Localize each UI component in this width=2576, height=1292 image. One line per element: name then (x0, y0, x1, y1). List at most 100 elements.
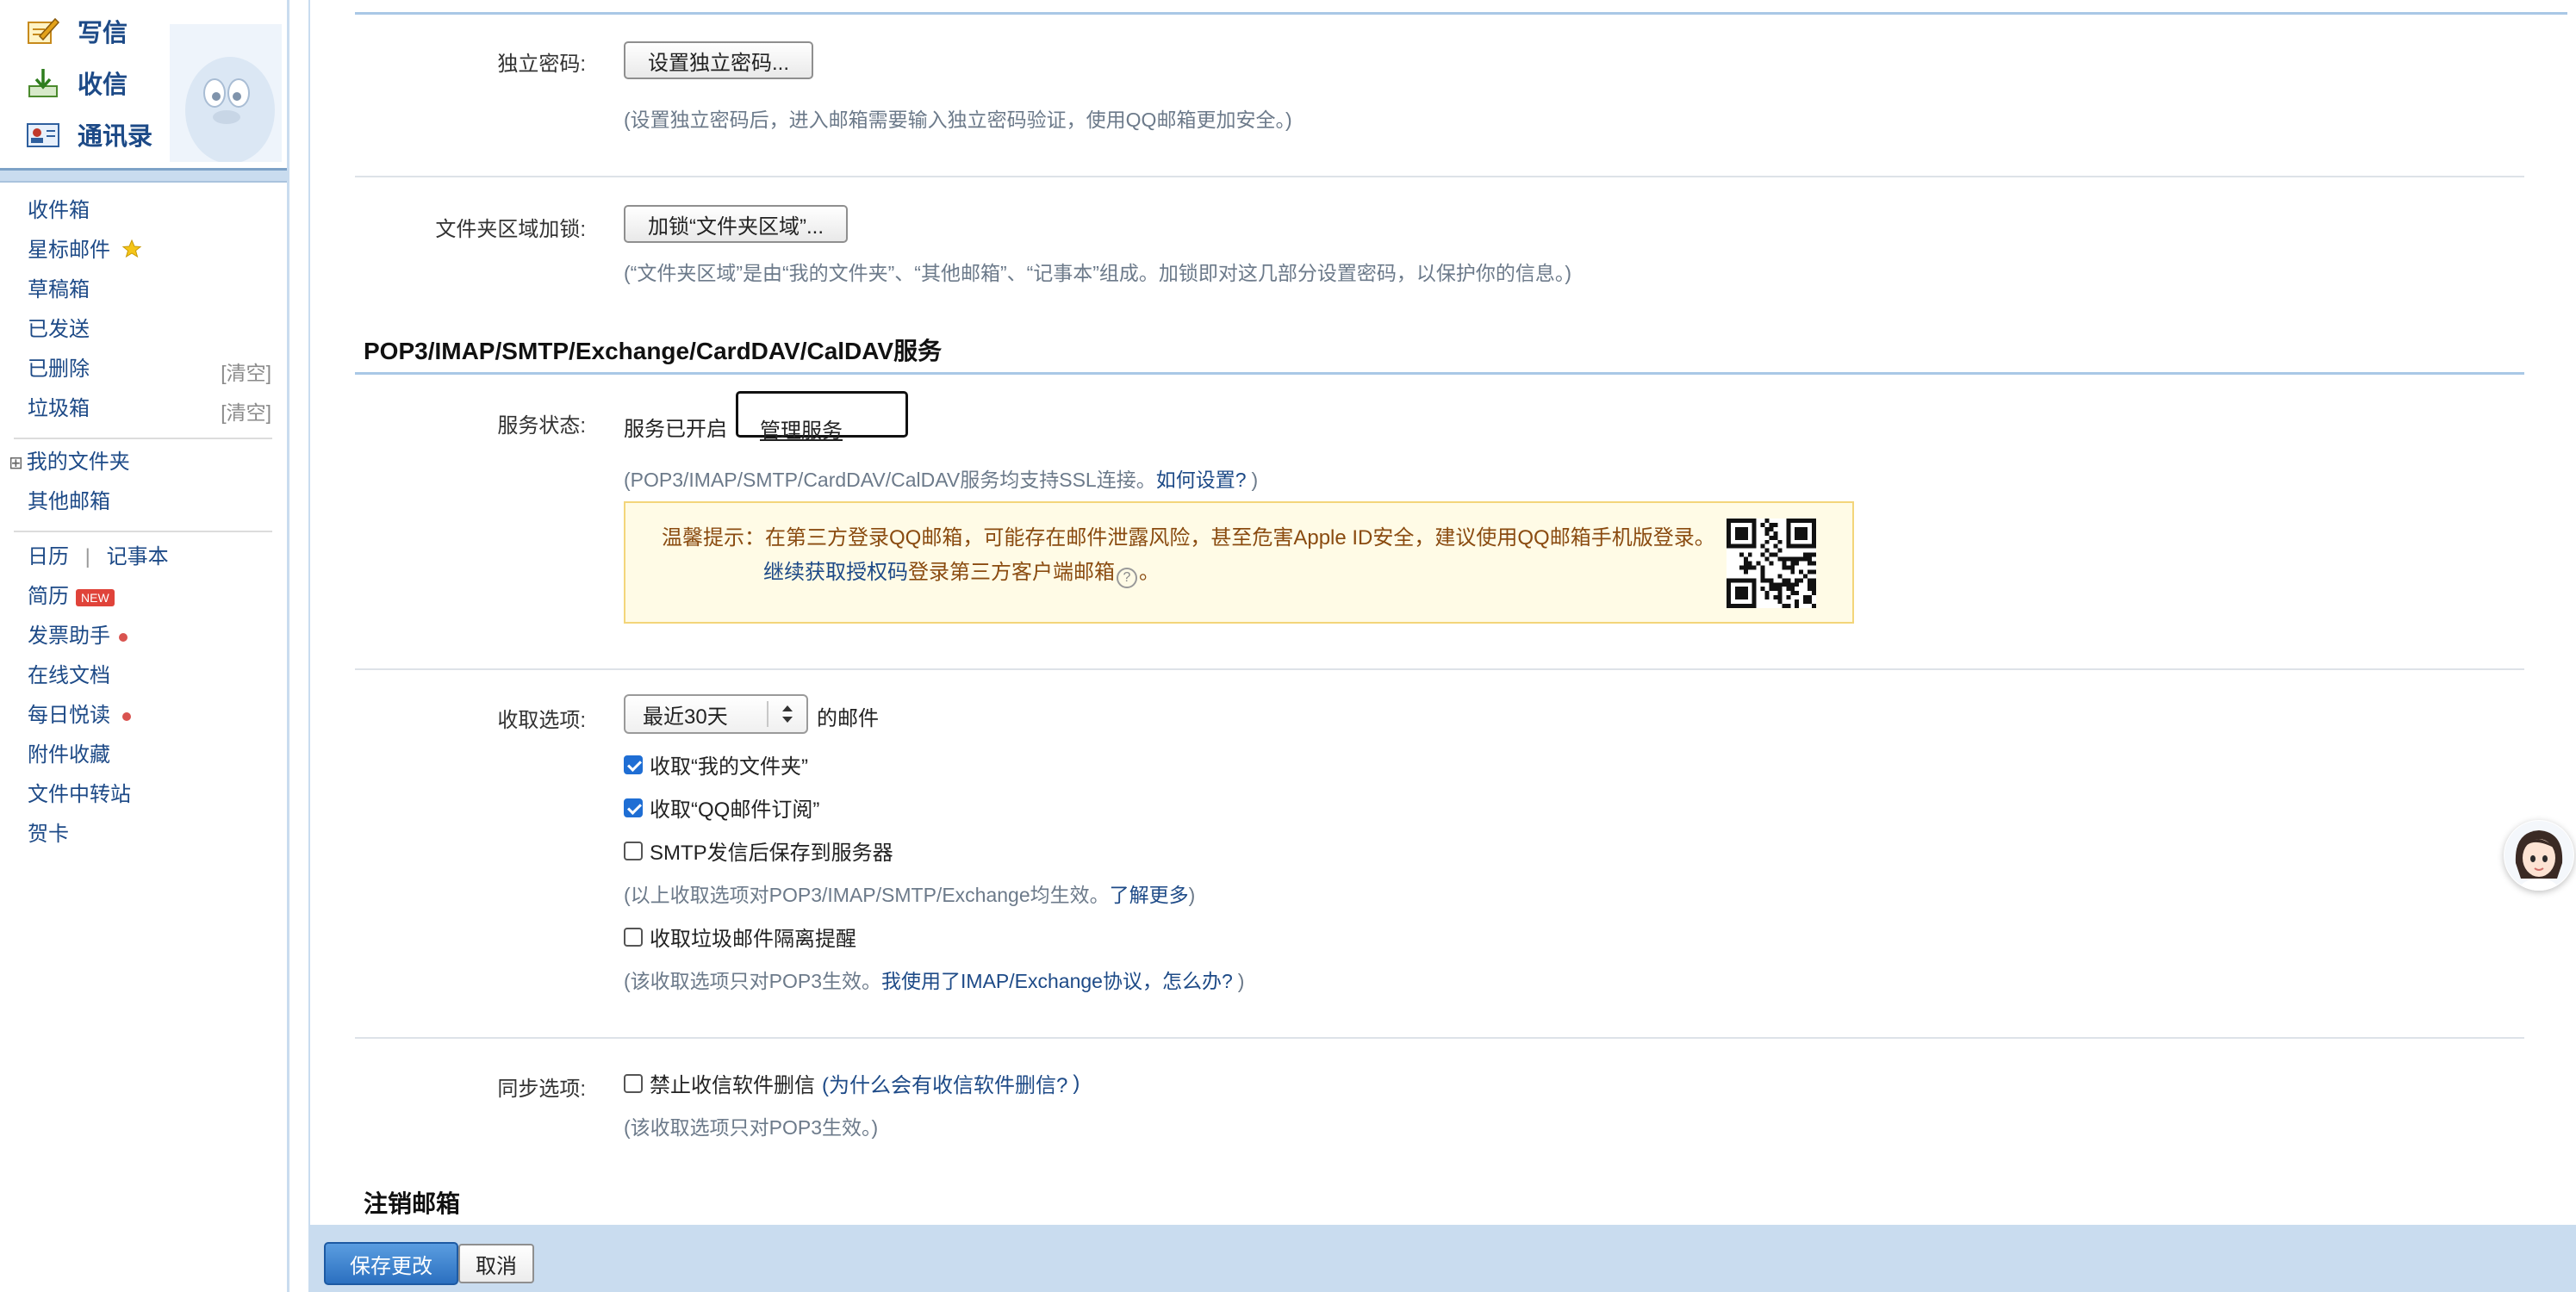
qr-code-icon (1727, 519, 1816, 608)
security-notice-box: 温馨提示：在第三方登录QQ邮箱，可能存在邮件泄露风险，甚至危害Apple ID安… (624, 501, 1854, 624)
clear-spam-link[interactable]: [清空] (221, 396, 271, 425)
receive-options-label: 收取选项: (497, 709, 586, 732)
sidebar-item-starred[interactable]: 星标邮件 (28, 236, 142, 265)
service-status-label: 服务状态: (497, 414, 586, 438)
receive-range-value: 最近30天 (643, 705, 728, 729)
spam-hint-text: (该收取选项只对POP3生效。 (624, 970, 882, 992)
spam-hint-end: ) (1237, 970, 1245, 992)
receive-range-select[interactable]: 最近30天 (624, 694, 808, 734)
section-divider (355, 668, 2524, 670)
why-delete-end: ) (1073, 1071, 1080, 1095)
expand-plus-icon[interactable]: ⊞ (9, 454, 23, 473)
sidebar-item-transfer[interactable]: 文件中转站 (28, 780, 131, 810)
separator-pipe: | (84, 545, 90, 568)
assistant-avatar[interactable] (2504, 820, 2574, 891)
action-bar: 保存更改 取消 (310, 1225, 2576, 1292)
unread-dot-icon (122, 711, 131, 721)
assistant-face-icon (2504, 821, 2573, 891)
manage-service-link[interactable]: 管理服务 (760, 413, 843, 444)
folder-list: 收件箱 星标邮件 草稿箱 已发送 已删除 [清空] 垃圾箱 [清空] ⊞ 我的文件… (0, 181, 287, 1292)
set-password-button[interactable]: 设置独立密码... (624, 41, 814, 79)
sidebar-item-attachments[interactable]: 附件收藏 (28, 741, 110, 770)
option-no-client-delete-label: 禁止收信软件删信 (650, 1074, 815, 1097)
sidebar-item-cards[interactable]: 贺卡 (28, 820, 69, 849)
sidebar-item-daily-read-label: 每日悦读 (28, 704, 110, 727)
ssl-hint-end: ) (1251, 469, 1259, 491)
ssl-hint-text: (POP3/IMAP/SMTP/CardDAV/CalDAV服务均支持SSL连接… (624, 469, 1156, 491)
sidebar-item-drafts[interactable]: 草稿箱 (28, 276, 90, 305)
qq-subscription-checkbox[interactable] (624, 798, 643, 817)
folder-lock-button[interactable]: 加锁“文件夹区域”... (624, 205, 848, 243)
option-spam-alert-label: 收取垃圾邮件隔离提醒 (650, 928, 856, 951)
option-qq-subscription[interactable]: 收取“QQ邮件订阅” (624, 792, 819, 823)
no-client-delete-checkbox[interactable] (624, 1073, 643, 1093)
sidebar-item-deleted[interactable]: 已删除 (28, 355, 90, 384)
sidebar-item-calendar-notebook: 日历 | 记事本 (28, 543, 169, 572)
why-delete-link[interactable]: (为什么会有收信软件删信? (822, 1068, 1067, 1098)
sidebar-item-daily-read[interactable]: 每日悦读 (28, 701, 131, 730)
get-auth-code-link[interactable]: 继续获取授权码 (763, 561, 908, 584)
learn-more-link[interactable]: 了解更多 (1110, 884, 1189, 906)
sidebar-item-calendar[interactable]: 日历 (28, 545, 69, 568)
option-spam-alert[interactable]: 收取垃圾邮件隔离提醒 (624, 922, 856, 952)
sidebar-item-resume[interactable]: 简历 NEW (28, 582, 115, 612)
contacts-label: 通讯录 (78, 123, 153, 151)
option-my-folders-label: 收取“我的文件夹” (650, 755, 808, 779)
sidebar-item-my-folders-label: 我的文件夹 (26, 450, 130, 474)
sidebar-item-notebook[interactable]: 记事本 (107, 545, 169, 568)
cancel-button[interactable]: 取消 (458, 1244, 534, 1283)
imap-help-link[interactable]: 我使用了IMAP/Exchange协议，怎么办? (881, 970, 1233, 992)
receive-hint-text: (以上收取选项对POP3/IMAP/SMTP/Exchange均生效。 (624, 884, 1110, 906)
inbox-download-icon (26, 65, 60, 100)
left-sidebar: 写信 收信 通讯录 收件箱 星标邮件 草稿箱 已发送 已删除 [清空] 垃圾箱 … (0, 0, 289, 1292)
sidebar-item-spam[interactable]: 垃圾箱 (28, 394, 90, 424)
smtp-save-checkbox[interactable] (624, 841, 643, 860)
option-no-client-delete[interactable]: 禁止收信软件删信 (为什么会有收信软件删信?) (624, 1068, 1080, 1098)
clear-deleted-link[interactable]: [清空] (221, 357, 271, 386)
new-badge: NEW (76, 588, 115, 606)
my-folders-checkbox[interactable] (624, 755, 643, 774)
password-hint: (设置独立密码后，进入邮箱需要输入独立密码验证，使用QQ邮箱更加安全。) (624, 109, 1292, 131)
sync-options-label: 同步选项: (497, 1078, 586, 1101)
cancel-account-title: 注销邮箱 (364, 1190, 461, 1217)
sidebar-item-invoice-label: 发票助手 (28, 624, 110, 648)
quick-actions-panel: 写信 收信 通讯录 (0, 0, 287, 171)
password-label: 独立密码: (497, 53, 586, 76)
section-divider (355, 176, 2524, 177)
spam-alert-checkbox[interactable] (624, 927, 643, 947)
service-status-value: 服务已开启 (624, 418, 727, 441)
option-qq-subscription-label: 收取“QQ邮件订阅” (650, 798, 820, 822)
option-my-folders[interactable]: 收取“我的文件夹” (624, 749, 808, 780)
settings-panel: 独立密码: 设置独立密码... (设置独立密码后，进入邮箱需要输入独立密码验证，… (308, 0, 2576, 1292)
sidebar-divider (14, 438, 272, 439)
notice-line1: 温馨提示：在第三方登录QQ邮箱，可能存在邮件泄露风险，甚至危害Apple ID安… (662, 526, 1715, 550)
receive-label: 收信 (78, 71, 128, 99)
compose-link[interactable]: 写信 (26, 7, 128, 55)
contacts-card-icon (26, 117, 60, 152)
receive-hint-end: ) (1188, 884, 1196, 906)
pop3-section-title: POP3/IMAP/SMTP/Exchange/CardDAV/CalDAV服务 (364, 338, 943, 364)
sidebar-item-my-folders[interactable]: ⊞ 我的文件夹 (9, 448, 130, 478)
how-to-setup-link[interactable]: 如何设置? (1156, 469, 1247, 491)
sidebar-item-other-mailbox[interactable]: 其他邮箱 (28, 488, 110, 517)
star-icon (121, 239, 141, 258)
sidebar-item-inbox[interactable]: 收件箱 (28, 196, 90, 226)
notice-line2-text: 登录第三方客户端邮箱 (908, 561, 1115, 584)
option-smtp-save[interactable]: SMTP发信后保存到服务器 (624, 835, 893, 866)
select-arrows-icon (767, 701, 806, 727)
section-title-underline (355, 372, 2524, 375)
section-divider (355, 1037, 2524, 1039)
contacts-link[interactable]: 通讯录 (26, 110, 152, 158)
sidebar-item-invoice[interactable]: 发票助手 (28, 622, 128, 651)
save-changes-button[interactable]: 保存更改 (324, 1242, 458, 1285)
sidebar-item-online-docs[interactable]: 在线文档 (28, 662, 110, 691)
compose-pencil-icon (26, 14, 60, 48)
help-question-icon[interactable]: ? (1117, 568, 1137, 588)
notice-end: 。 (1139, 561, 1160, 584)
folder-lock-label: 文件夹区域加锁: (435, 218, 586, 241)
receive-hint: (以上收取选项对POP3/IMAP/SMTP/Exchange均生效。了解更多) (624, 879, 1195, 908)
folder-lock-hint: (“文件夹区域”是由“我的文件夹”、“其他邮箱”、“记事本”组成。加锁即对这几部… (624, 262, 1572, 284)
receive-link[interactable]: 收信 (26, 59, 128, 107)
option-smtp-save-label: SMTP发信后保存到服务器 (650, 842, 893, 865)
sidebar-item-sent[interactable]: 已发送 (28, 315, 90, 345)
